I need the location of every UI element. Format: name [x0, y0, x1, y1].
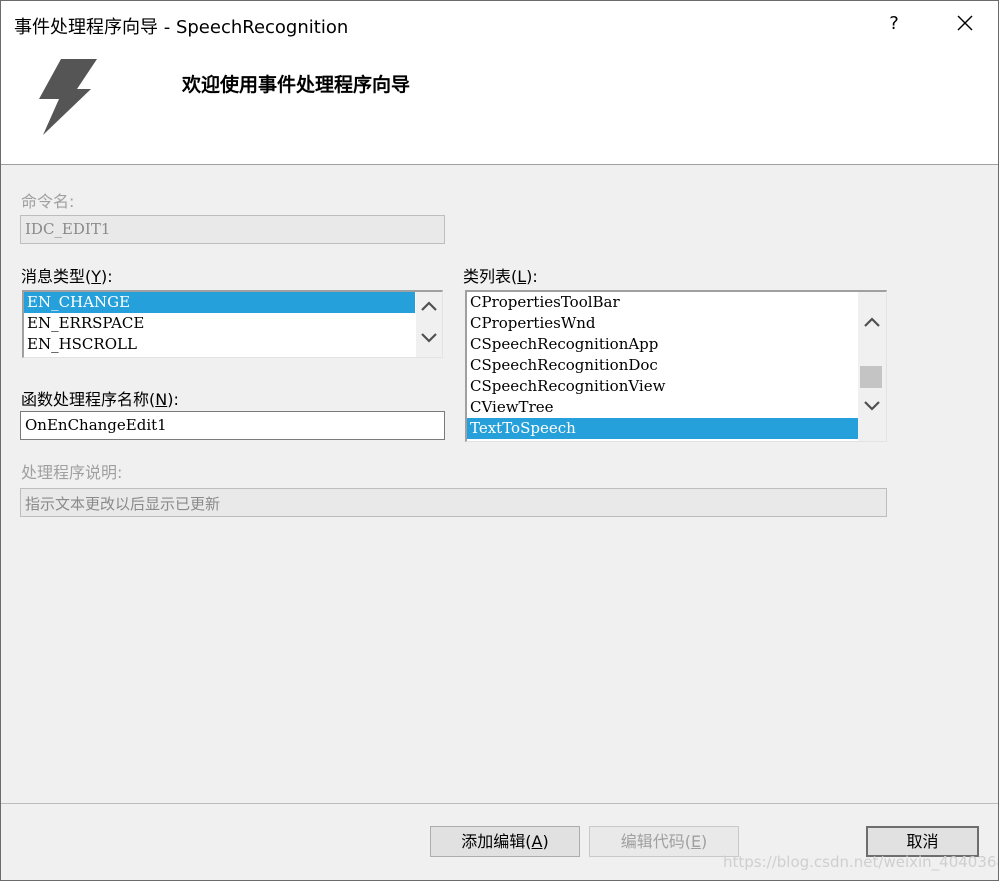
chevron-up-icon: [421, 301, 437, 311]
list-item[interactable]: CViewTree: [467, 397, 858, 418]
message-type-scrollbar[interactable]: [416, 292, 442, 357]
footer-divider: [1, 803, 998, 804]
class-list[interactable]: CPropertiesToolBar CPropertiesWnd CSpeec…: [465, 290, 887, 442]
help-button[interactable]: ?: [879, 10, 909, 38]
list-item[interactable]: EN_HSCROLL: [24, 334, 415, 355]
handler-desc-field: 指示文本更改以后显示已更新: [20, 488, 887, 517]
list-item[interactable]: CSpeechRecognitionDoc: [467, 355, 858, 376]
add-edit-button[interactable]: 添加编辑(A): [430, 826, 580, 857]
message-type-label: 消息类型(Y):: [21, 267, 113, 286]
message-type-list[interactable]: EN_CHANGE EN_ERRSPACE EN_HSCROLL: [22, 290, 443, 358]
header-title: 欢迎使用事件处理程序向导: [182, 74, 411, 96]
lightning-bolt-icon: [39, 59, 97, 135]
class-list-label: 类列表(L):: [463, 267, 538, 286]
list-item[interactable]: TextToSpeech: [467, 418, 858, 439]
window-title: 事件处理程序向导 - SpeechRecognition: [14, 17, 349, 38]
command-name-label: 命令名:: [21, 192, 75, 211]
class-list-scrollbar[interactable]: [858, 292, 886, 441]
title-bar: 事件处理程序向导 - SpeechRecognition ?: [1, 1, 998, 47]
list-item[interactable]: CPropertiesWnd: [467, 313, 858, 334]
dialog-window: 事件处理程序向导 - SpeechRecognition ? 欢迎使用事件处理程…: [0, 0, 999, 881]
handler-name-label: 函数处理程序名称(N):: [21, 390, 179, 409]
handler-name-input[interactable]: OnEnChangeEdit1: [20, 411, 445, 440]
chevron-down-icon: [421, 333, 437, 343]
close-button[interactable]: [945, 10, 985, 38]
command-name-field: IDC_EDIT1: [20, 215, 445, 244]
scroll-thumb[interactable]: [860, 366, 882, 388]
list-item[interactable]: EN_CHANGE: [24, 292, 415, 313]
list-item[interactable]: CPropertiesToolBar: [467, 292, 858, 313]
list-item[interactable]: CSpeechRecognitionView: [467, 376, 858, 397]
list-item[interactable]: CSpeechRecognitionApp: [467, 334, 858, 355]
scroll-down-button[interactable]: [416, 332, 442, 352]
chevron-down-icon: [864, 401, 880, 411]
list-item[interactable]: EN_ERRSPACE: [24, 313, 415, 334]
close-icon: [957, 15, 973, 31]
chevron-up-icon: [864, 317, 880, 327]
wizard-header: 欢迎使用事件处理程序向导: [1, 47, 998, 165]
scroll-up-button[interactable]: [416, 300, 442, 320]
scroll-down-button[interactable]: [858, 400, 886, 420]
watermark: https://blog.csdn.net/weixin_40403689: [723, 853, 999, 871]
edit-code-button[interactable]: 编辑代码(E): [589, 826, 739, 857]
scroll-up-button[interactable]: [858, 316, 886, 336]
handler-desc-label: 处理程序说明:: [21, 463, 123, 482]
